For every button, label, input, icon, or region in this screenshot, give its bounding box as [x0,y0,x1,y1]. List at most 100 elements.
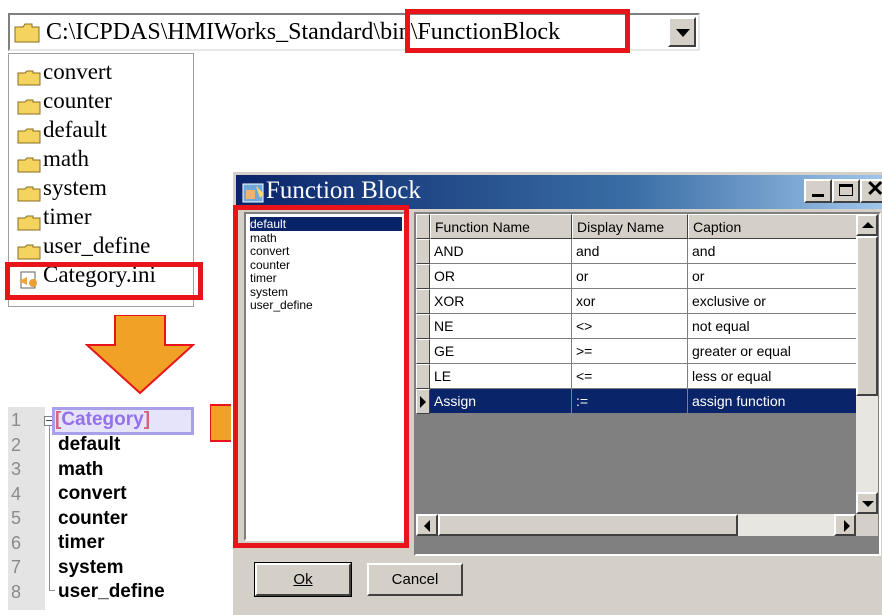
vertical-scroll-thumb[interactable] [856,236,878,396]
grid-cell[interactable]: NE [430,314,572,339]
grid-cell[interactable]: OR [430,264,572,289]
horizontal-scrollbar[interactable] [416,514,856,536]
grid-cell[interactable]: or [688,264,860,289]
folder-label: default [43,117,107,142]
ini-entry: counter [58,507,128,529]
category-item[interactable]: timer [250,271,402,285]
vertical-scrollbar[interactable] [856,214,878,514]
ini-entry: timer [58,532,105,553]
scroll-down-button[interactable] [856,492,878,514]
up-arrow-icon [862,222,874,228]
column-header[interactable]: Caption [688,214,860,239]
grid-cell[interactable]: xor [572,289,688,314]
line-number: 4 [11,483,22,504]
ok-button[interactable]: Ok [254,562,352,597]
row-header[interactable] [416,339,430,364]
close-icon: ✕ [866,176,882,201]
line-number: 2 [11,434,22,455]
folder-label: convert [43,59,112,84]
right-arrow-icon [844,520,850,532]
line-number: 3 [11,459,22,479]
ini-entry: default [58,434,121,455]
row-header[interactable] [416,314,430,339]
title-bar: Function Block [236,175,882,209]
grid-cell[interactable]: AND [430,239,572,264]
category-item[interactable]: default [250,217,402,231]
function-block-dialog: Function Block ✕ default math convert count… [231,170,882,615]
folder-icon [17,151,41,173]
folder-label: math [43,146,89,171]
row-header[interactable] [416,364,430,389]
grid-cell[interactable]: exclusive or [688,289,860,314]
minimize-button[interactable] [804,179,832,203]
ini-file-label: Category.ini [43,262,156,287]
folder-icon [17,209,41,231]
column-header[interactable]: Function Name [430,214,572,239]
fold-guide-end [49,590,55,591]
close-button[interactable]: ✕ [860,176,882,203]
grid-cell[interactable]: greater or equal [688,339,860,364]
folder-label: system [43,175,107,200]
grid-cell[interactable]: XOR [430,289,572,314]
category-item[interactable]: user_define [250,298,402,312]
ini-file-icon [17,267,41,289]
grid-cell[interactable]: <= [572,364,688,389]
ok-button-label: Ok [293,571,313,588]
grid-cell[interactable]: less or equal [688,364,860,389]
line-number: 6 [11,532,22,553]
grid-cell[interactable]: assign function [688,389,860,414]
category-item[interactable]: counter [250,258,402,272]
path-text: C:\ICPDAS\HMIWorks_Standard\bin\Function… [46,19,561,45]
folder-label: timer [43,204,92,229]
current-row-indicator[interactable] [416,389,430,414]
grid-cell[interactable]: >= [572,339,688,364]
arrow-down-icon [85,315,195,395]
section-close-bracket: ] [143,409,151,430]
row-header[interactable] [416,289,430,314]
folder-list: convert counter default math system timer user… [8,53,194,307]
grid-cell[interactable]: Assign [430,389,572,414]
grid-cell[interactable]: and [572,239,688,264]
category-list[interactable]: default math convert counter timer system user… [244,212,405,541]
scroll-up-button[interactable] [856,214,878,236]
line-number: 5 [11,508,22,528]
section-name: Category [61,409,144,430]
folder-label: counter [43,88,112,113]
scroll-left-button[interactable] [416,514,438,536]
cancel-button[interactable]: Cancel [367,563,463,596]
fold-guide [49,426,50,591]
function-grid[interactable]: Function Name Display Name Caption AND and an… [414,212,881,556]
grid-cell[interactable]: not equal [688,314,860,339]
path-combobox[interactable]: C:\ICPDAS\HMIWorks_Standard\bin\Function… [8,13,700,51]
row-header[interactable] [416,264,430,289]
ini-section-header: [Category] [55,409,150,431]
grid-cell[interactable]: <> [572,314,688,339]
scroll-right-button[interactable] [834,514,856,536]
grid-cell[interactable]: and [688,239,860,264]
grid-cell[interactable]: GE [430,339,572,364]
folder-icon [17,180,41,202]
fold-toggle-icon[interactable] [44,416,54,426]
grid-cell[interactable]: LE [430,364,572,389]
grid-cell[interactable]: or [572,264,688,289]
scroll-corner [856,514,878,536]
minimize-icon [812,194,824,197]
left-arrow-icon [424,520,430,532]
folder-icon [14,23,40,43]
folder-icon [17,64,41,86]
folder-icon [17,122,41,144]
category-item[interactable]: math [250,231,402,245]
cancel-button-label: Cancel [391,571,439,588]
row-header[interactable] [416,239,430,264]
ini-entry: user_define [58,581,165,602]
maximize-button[interactable] [832,179,860,203]
maximize-icon [839,184,853,196]
line-number: 8 [11,581,22,602]
category-item[interactable]: system [250,285,402,299]
row-pointer-icon [420,396,426,408]
dropdown-arrow-button[interactable] [668,17,696,47]
horizontal-scroll-thumb[interactable] [438,514,738,536]
category-item[interactable]: convert [250,244,402,258]
column-header[interactable]: Display Name [572,214,688,239]
grid-cell[interactable]: := [572,389,688,414]
